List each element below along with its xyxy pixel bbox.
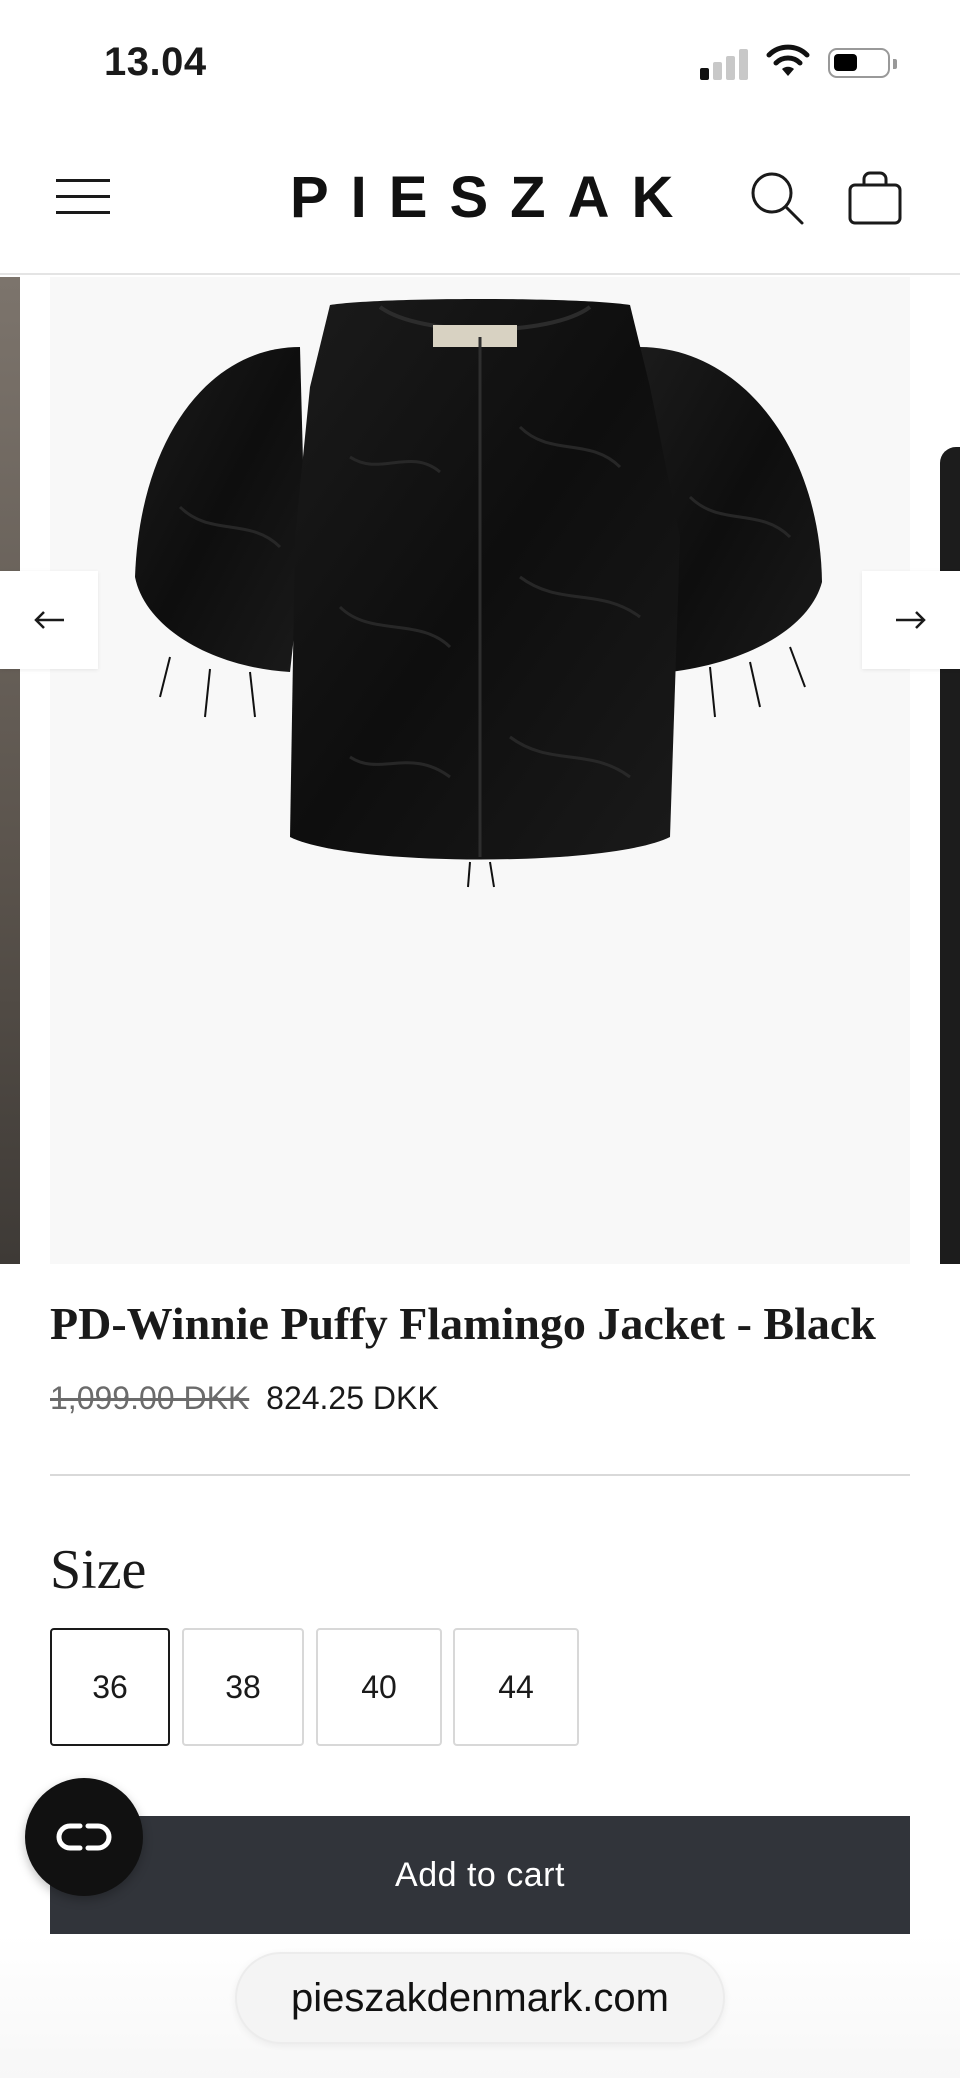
wifi-icon <box>766 44 810 83</box>
size-option-44[interactable]: 44 <box>453 1628 579 1746</box>
add-to-cart-button[interactable]: Add to cart <box>50 1816 910 1934</box>
chat-link-icon[interactable] <box>25 1778 143 1896</box>
divider <box>50 1474 910 1476</box>
battery-icon <box>828 48 897 78</box>
search-icon[interactable] <box>748 169 806 227</box>
site-logo[interactable]: PIESZAK <box>290 163 673 233</box>
product-image[interactable] <box>50 277 910 1264</box>
site-header: PIESZAK <box>0 125 960 275</box>
hamburger-menu-icon[interactable] <box>56 175 110 219</box>
arrow-right-icon[interactable] <box>862 571 960 669</box>
product-gallery[interactable] <box>0 277 960 1264</box>
previous-slide-peek[interactable] <box>0 277 20 1264</box>
sale-price: 824.25 DKK <box>266 1380 439 1416</box>
browser-bottom-bar: pieszakdenmark.com <box>0 1934 960 2078</box>
cellular-signal-icon <box>700 48 750 80</box>
size-label: Size <box>50 1539 147 1601</box>
next-slide-peek[interactable] <box>940 277 960 1264</box>
product-title: PD-Winnie Puffy Flamingo Jacket - Black <box>50 1298 876 1349</box>
arrow-left-icon[interactable] <box>0 571 98 669</box>
battery-level <box>834 54 857 71</box>
price-row: 1,099.00 DKK 824.25 DKK <box>50 1376 439 1420</box>
size-option-38[interactable]: 38 <box>182 1628 304 1746</box>
shopping-bag-icon[interactable] <box>846 167 904 227</box>
url-bar[interactable]: pieszakdenmark.com <box>235 1952 725 2044</box>
status-time: 13.04 <box>104 40 207 84</box>
size-option-36[interactable]: 36 <box>50 1628 170 1746</box>
status-bar: 13.04 <box>0 0 960 125</box>
size-option-40[interactable]: 40 <box>316 1628 442 1746</box>
original-price: 1,099.00 DKK <box>50 1380 250 1416</box>
